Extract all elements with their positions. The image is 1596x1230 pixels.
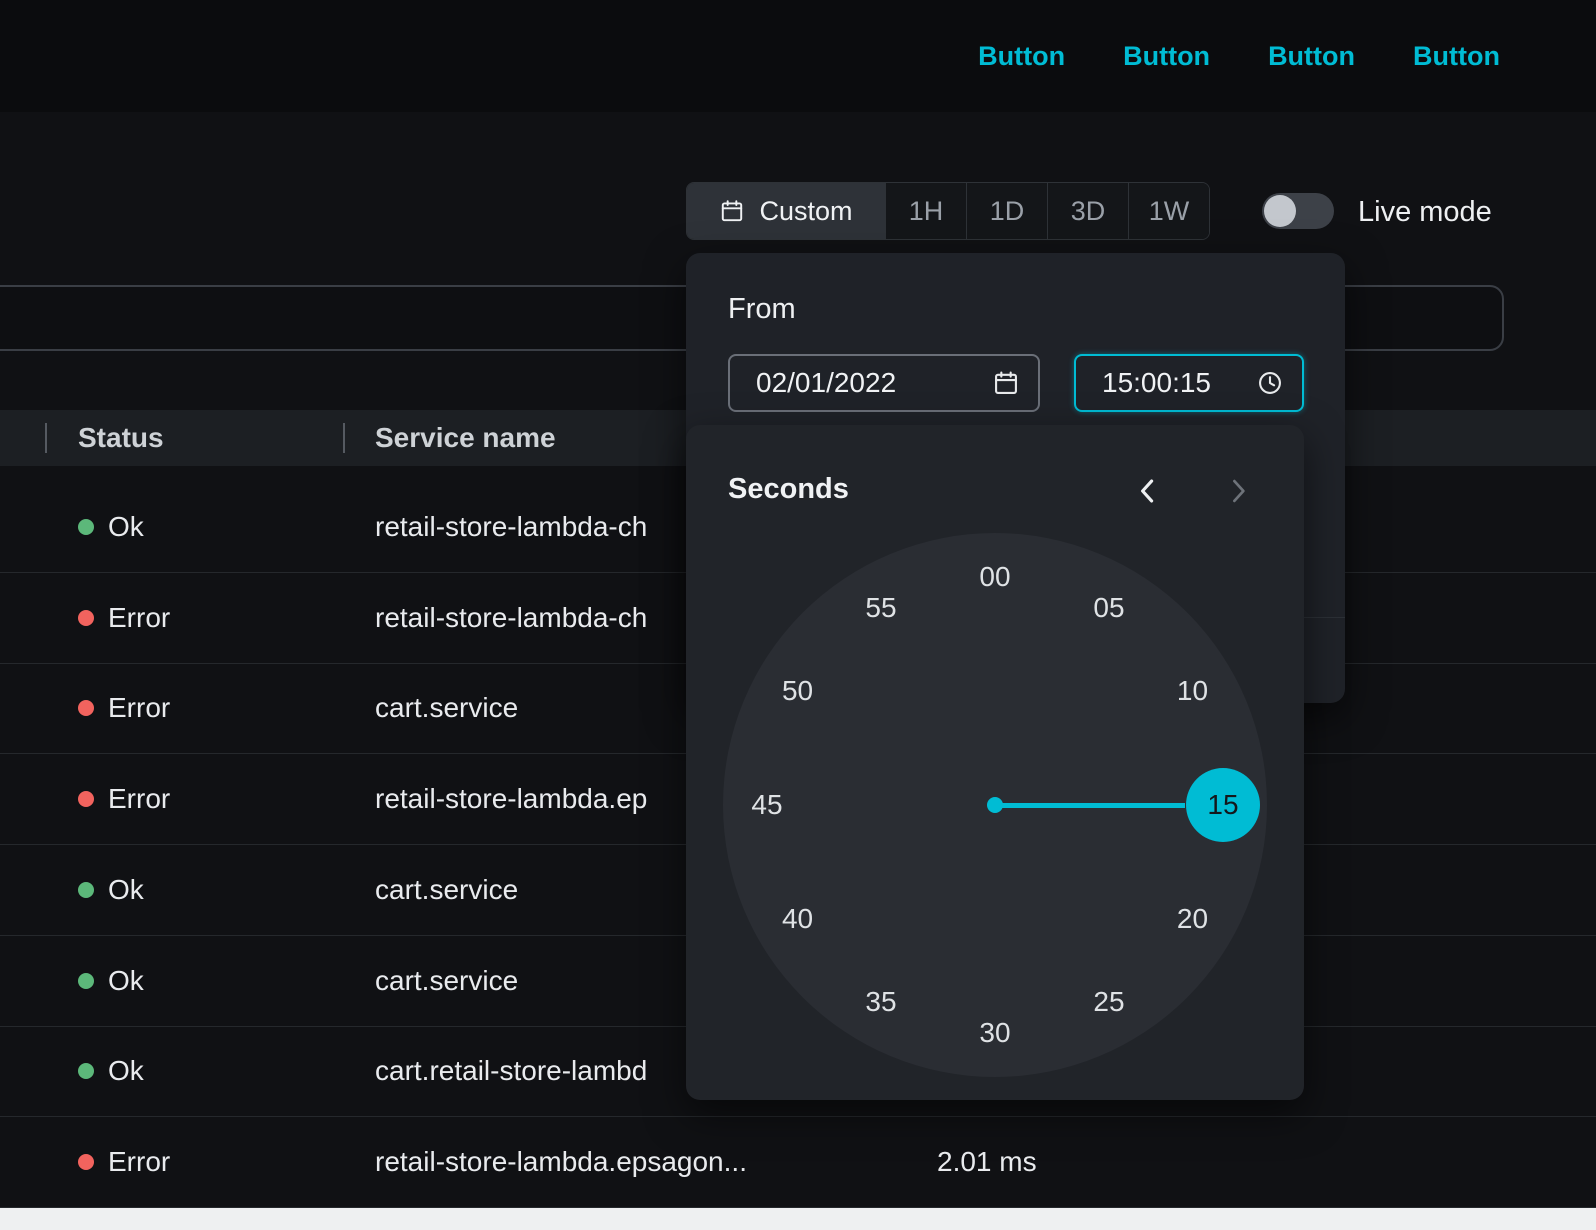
time-range-1h[interactable]: 1H [885,183,966,239]
service-name: retail-store-lambda-ch [375,601,648,633]
from-label: From [728,293,796,325]
calendar-icon [719,198,745,224]
status-label: Error [108,783,171,815]
topbar-button-1[interactable]: Button [978,41,1065,72]
clock-number-35[interactable]: 35 [844,965,918,1039]
from-time-value: 15:00:15 [1102,367,1211,398]
status-label: Error [108,601,171,633]
clock-number-15[interactable]: 15 [1186,768,1260,842]
table-row[interactable]: Error retail-store-lambda.epsagon... 2.0… [0,1117,1596,1208]
status-label: Error [108,1146,171,1178]
calendar-icon[interactable] [992,369,1020,397]
seconds-picker-popup: Seconds 00 05 10 15 20 25 30 35 40 45 50 55 [686,425,1304,1100]
time-range-custom[interactable]: Custom [687,183,885,239]
from-time-input[interactable]: 15:00:15 [1074,354,1304,412]
service-name: retail-store-lambda-ch [375,510,648,542]
clock-number-40[interactable]: 40 [761,882,835,956]
column-header-service-name: Service name [375,422,556,453]
status-dot [78,700,94,717]
top-bar: Button Button Button Button [0,0,1596,112]
clock-number-45[interactable]: 45 [730,768,804,842]
status-dot [78,1154,94,1171]
clock-center-dot [987,797,1003,813]
chevron-right-icon[interactable] [1216,469,1260,513]
time-range-custom-label: Custom [759,195,853,226]
clock-number-30[interactable]: 30 [958,996,1032,1070]
status-dot [78,972,94,989]
clock-number-10[interactable]: 10 [1155,654,1229,728]
service-name: cart.service [375,692,519,724]
service-name: cart.service [375,873,519,905]
time-range-3d[interactable]: 3D [1047,183,1128,239]
toggle-knob [1264,195,1296,227]
clock-number-00[interactable]: 00 [958,540,1032,614]
column-divider [343,423,345,453]
service-name: retail-store-lambda.ep [375,783,648,815]
status-dot [78,791,94,808]
status-label: Ok [108,873,144,905]
time-range-1d[interactable]: 1D [966,183,1047,239]
topbar-button-2[interactable]: Button [1123,41,1210,72]
status-dot [78,518,94,535]
service-name: retail-store-lambda.epsagon... [375,1146,747,1178]
clock-hand [995,802,1185,808]
app-root: Button Button Button Button Custom 1H 1D… [0,0,1596,1230]
status-dot [78,881,94,898]
service-name: cart.service [375,964,519,996]
clock-number-55[interactable]: 55 [844,571,918,645]
clock-number-25[interactable]: 25 [1072,965,1146,1039]
clock-icon[interactable] [1256,369,1284,397]
from-date-value: 02/01/2022 [756,367,897,398]
status-label: Ok [108,510,144,542]
live-mode-label: Live mode [1358,196,1492,228]
service-name: cart.retail-store-lambd [375,1055,648,1087]
status-dot [78,1063,94,1080]
status-label: Ok [108,1055,144,1087]
bottom-strip [0,1208,1596,1230]
status-dot [78,609,94,626]
status-label: Ok [108,964,144,996]
topbar-button-3[interactable]: Button [1268,41,1355,72]
clock-number-05[interactable]: 05 [1072,571,1146,645]
from-date-input[interactable]: 02/01/2022 [728,354,1040,412]
clock-number-20[interactable]: 20 [1155,882,1229,956]
time-range-selector: Custom 1H 1D 3D 1W [686,182,1210,240]
seconds-title: Seconds [728,473,849,505]
clock-number-50[interactable]: 50 [761,654,835,728]
status-label: Error [108,692,171,724]
chevron-left-icon[interactable] [1126,469,1170,513]
time-range-1w[interactable]: 1W [1128,183,1209,239]
live-mode-toggle[interactable] [1262,193,1334,229]
duration-value: 2.01 ms [937,1146,1037,1178]
clock-face: 00 05 10 15 20 25 30 35 40 45 50 55 [723,533,1267,1077]
column-header-status: Status [78,422,164,453]
topbar-button-4[interactable]: Button [1413,41,1500,72]
column-divider [45,423,47,453]
